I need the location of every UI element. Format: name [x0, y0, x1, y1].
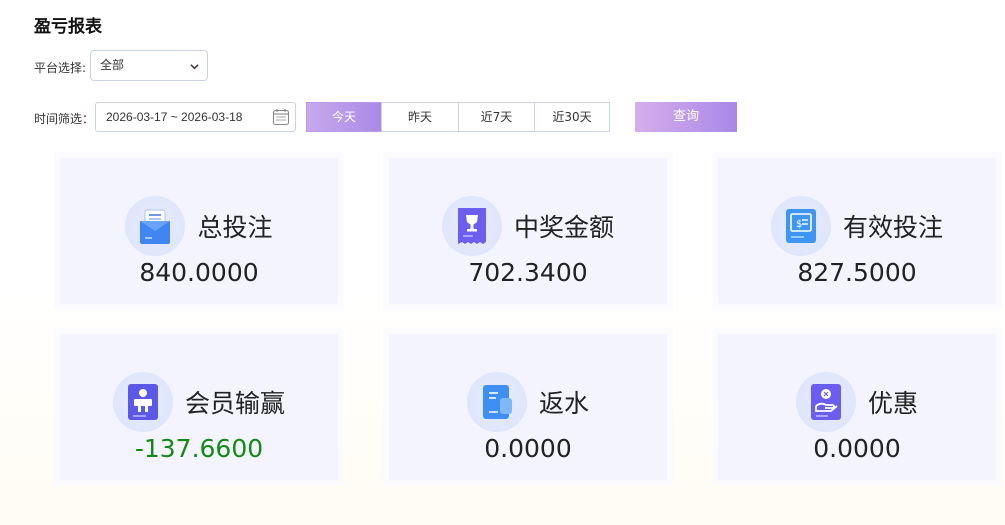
trophy-ticket-icon: [457, 208, 486, 244]
platform-label: 平台选择:: [34, 61, 87, 75]
tab-last-7-days[interactable]: 近7天: [458, 102, 535, 132]
receipt-icon: [482, 385, 512, 419]
tab-yesterday[interactable]: 昨天: [381, 102, 459, 132]
platform-select-value: 全部: [100, 58, 125, 72]
date-range-value: 2026-03-17 ~ 2026-03-18: [106, 110, 243, 124]
card-title: 返水: [538, 389, 589, 418]
coin-hand-icon: [810, 384, 841, 420]
stat-card-promotion: 优惠 0.0000: [712, 328, 1002, 486]
stat-card-total-bet: 总投注 840.0000: [54, 152, 344, 310]
svg-text:$: $: [796, 219, 802, 230]
card-value: -137.6600: [134, 434, 264, 463]
platform-select[interactable]: 全部: [90, 50, 208, 81]
card-title: 优惠: [867, 389, 918, 418]
quick-date-tabs: 今天 昨天 近7天 近30天: [306, 102, 610, 132]
stat-card-rebate: 返水 0.0000: [383, 328, 673, 486]
query-button[interactable]: 查询: [635, 102, 737, 132]
card-title: 中奖金额: [513, 213, 614, 242]
card-value: 702.3400: [468, 258, 588, 287]
tab-last-30-days[interactable]: 近30天: [534, 102, 610, 132]
stat-card-valid-bet: $ 有效投注 827.5000: [712, 152, 1002, 310]
member-icon: [127, 384, 158, 420]
card-title: 总投注: [197, 213, 273, 242]
calendar-icon: [272, 109, 290, 126]
tab-today[interactable]: 今天: [306, 102, 382, 132]
card-value: 827.5000: [797, 258, 917, 287]
card-value: 840.0000: [139, 258, 259, 287]
chevron-down-icon: [190, 64, 199, 70]
stat-card-member-win-loss: 会员输赢 -137.6600: [54, 328, 344, 486]
time-filter-label: 时间筛选：: [34, 112, 95, 126]
card-value: 0.0000: [484, 434, 572, 463]
card-value: 0.0000: [813, 434, 901, 463]
page-title: 盈亏报表: [34, 17, 102, 37]
stat-card-winning-amount: 中奖金额 702.3400: [383, 152, 673, 310]
card-title: 有效投注: [842, 213, 943, 242]
date-range-input[interactable]: 2026-03-17 ~ 2026-03-18: [95, 102, 296, 132]
cash-register-icon: $: [785, 209, 816, 243]
card-title: 会员输赢: [184, 389, 285, 418]
document-folder-icon: [140, 209, 171, 244]
